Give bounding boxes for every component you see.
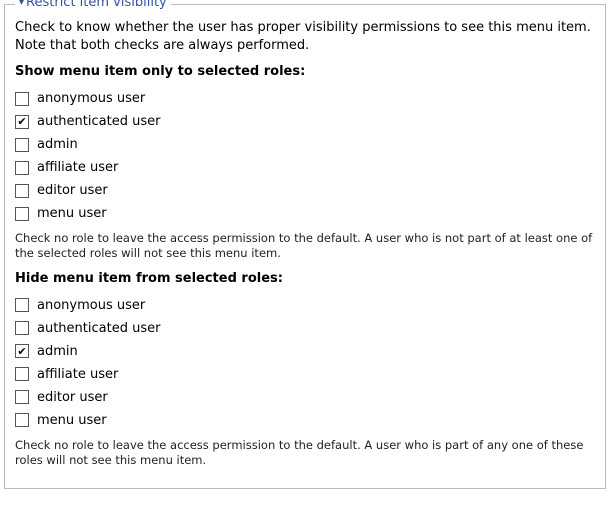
role-item: admin [15, 344, 595, 359]
show-checkbox[interactable] [15, 115, 29, 129]
role-label[interactable]: affiliate user [37, 367, 118, 382]
show-roles-help: Check no role to leave the access permis… [15, 231, 595, 261]
role-label[interactable]: menu user [37, 413, 107, 428]
role-item: anonymous user [15, 298, 595, 313]
role-label[interactable]: anonymous user [37, 298, 145, 313]
role-item: menu user [15, 413, 595, 428]
role-item: authenticated user [15, 321, 595, 336]
role-item: anonymous user [15, 91, 595, 106]
role-item: editor user [15, 183, 595, 198]
show-checkbox[interactable] [15, 184, 29, 198]
collapse-icon: ▾ [19, 0, 24, 8]
hide-checkbox[interactable] [15, 390, 29, 404]
role-item: affiliate user [15, 160, 595, 175]
hide-checkbox[interactable] [15, 344, 29, 358]
role-label[interactable]: admin [37, 344, 78, 359]
role-label[interactable]: anonymous user [37, 91, 145, 106]
show-checkbox[interactable] [15, 138, 29, 152]
hide-roles-list: anonymous user authenticated user admin aff… [15, 298, 595, 428]
show-checkbox[interactable] [15, 207, 29, 221]
show-roles-heading: Show menu item only to selected roles: [15, 64, 595, 79]
hide-checkbox[interactable] [15, 321, 29, 335]
role-item: affiliate user [15, 367, 595, 382]
role-label[interactable]: menu user [37, 206, 107, 221]
hide-checkbox[interactable] [15, 298, 29, 312]
role-label[interactable]: authenticated user [37, 321, 160, 336]
role-label[interactable]: editor user [37, 390, 108, 405]
show-checkbox[interactable] [15, 92, 29, 106]
hide-checkbox[interactable] [15, 413, 29, 427]
legend-label: Restrict item visibility [26, 0, 167, 10]
role-label[interactable]: editor user [37, 183, 108, 198]
restrict-visibility-fieldset: ▾ Restrict item visibility Check to know… [4, 4, 606, 489]
role-item: admin [15, 137, 595, 152]
role-label[interactable]: authenticated user [37, 114, 160, 129]
role-item: menu user [15, 206, 595, 221]
hide-roles-heading: Hide menu item from selected roles: [15, 271, 595, 286]
role-label[interactable]: admin [37, 137, 78, 152]
role-item: editor user [15, 390, 595, 405]
role-item: authenticated user [15, 114, 595, 129]
hide-checkbox[interactable] [15, 367, 29, 381]
hide-roles-help: Check no role to leave the access permis… [15, 438, 595, 468]
role-label[interactable]: affiliate user [37, 160, 118, 175]
show-roles-list: anonymous user authenticated user admin aff… [15, 91, 595, 221]
fieldset-legend[interactable]: ▾ Restrict item visibility [15, 0, 171, 10]
show-checkbox[interactable] [15, 161, 29, 175]
intro-text: Check to know whether the user has prope… [15, 19, 595, 54]
